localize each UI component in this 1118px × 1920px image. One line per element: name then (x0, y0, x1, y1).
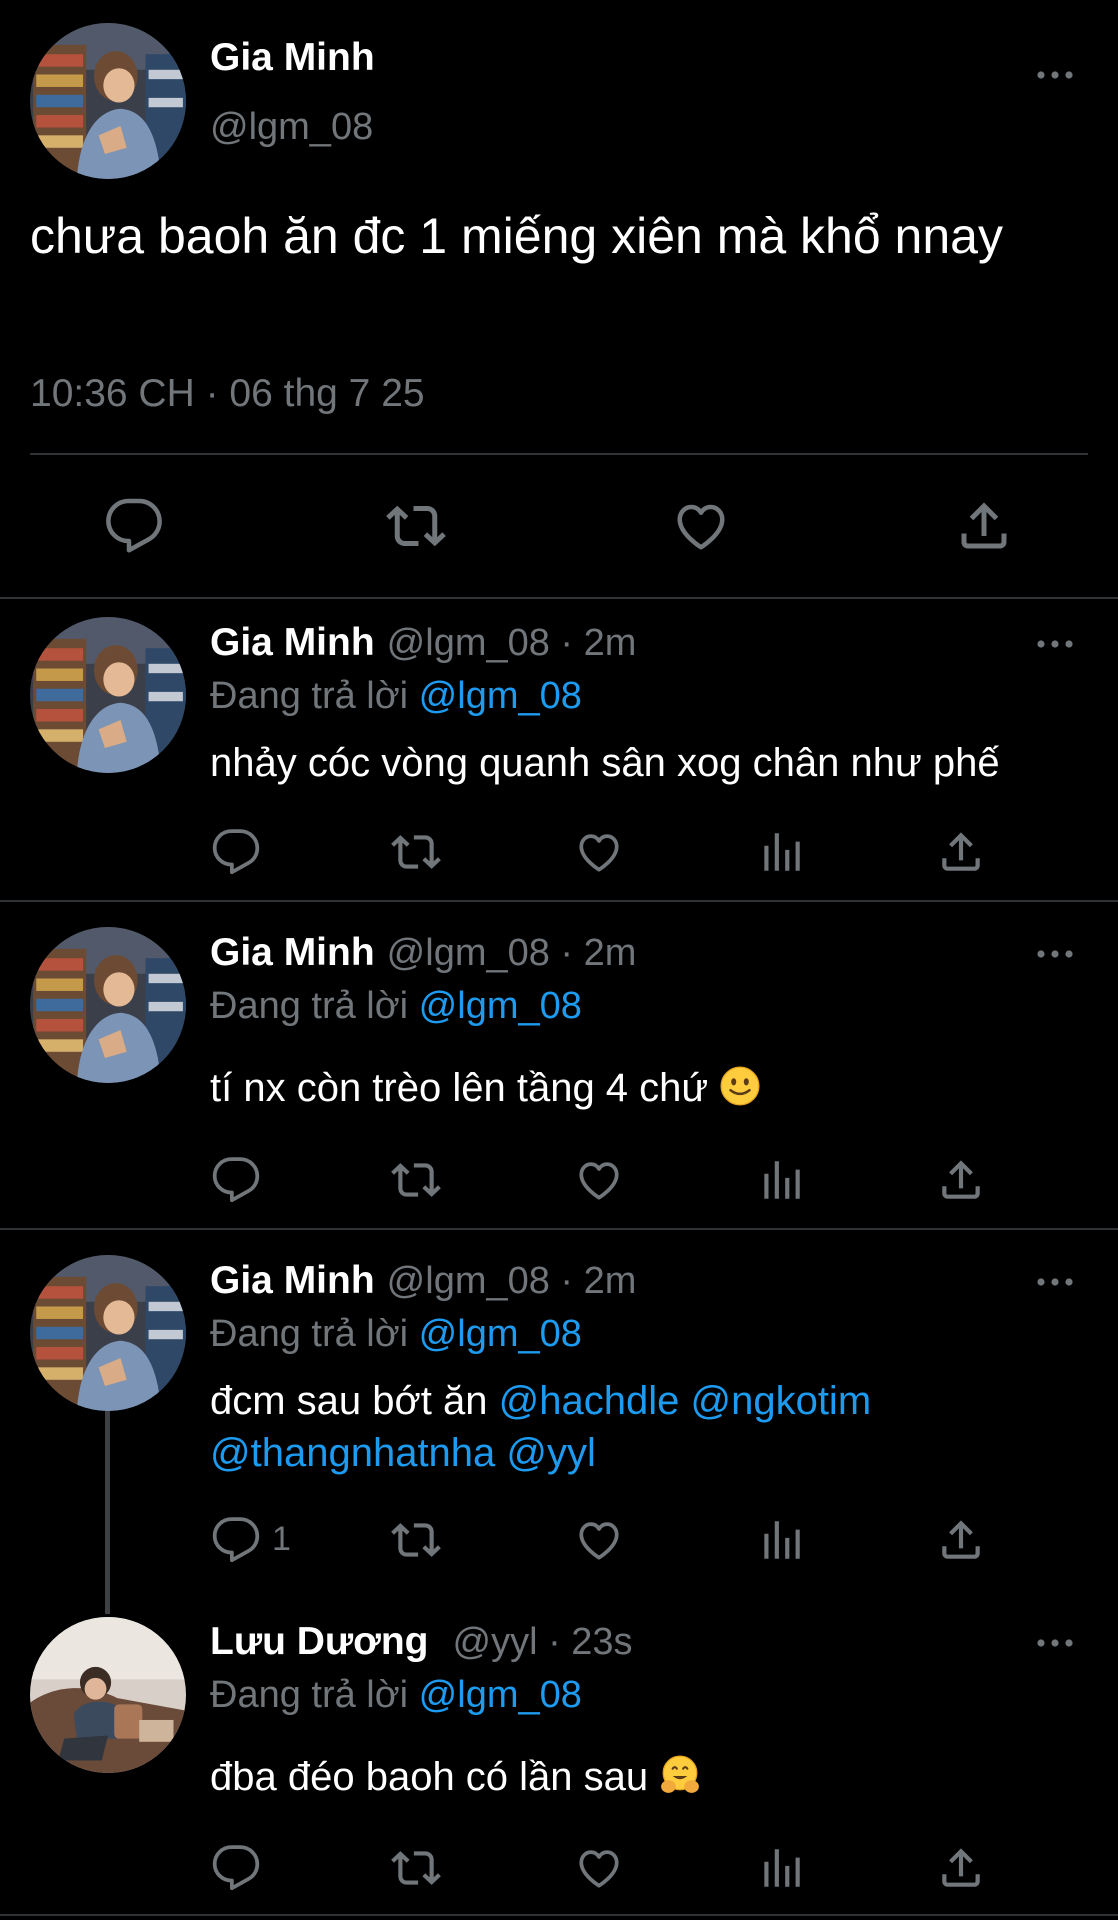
avatar-image (30, 23, 186, 179)
divider (0, 1228, 1118, 1230)
reply-header: Lưu Dương @yyl · 23s (210, 1620, 633, 1664)
reply-text: tí nx còn trèo lên tầng 4 chứ (210, 1066, 709, 1110)
views-icon[interactable] (756, 827, 806, 877)
like-icon[interactable] (574, 827, 624, 877)
views-icon[interactable] (756, 1155, 806, 1205)
like-icon[interactable] (574, 1843, 624, 1893)
reply-icon[interactable] (211, 1155, 261, 1205)
mention-link[interactable]: @yyl (506, 1431, 596, 1475)
hugging-face-icon (659, 1754, 701, 1796)
author-handle-time[interactable]: @lgm_08 · 2m (387, 1260, 637, 1302)
mention-link[interactable]: @hachdle (499, 1379, 680, 1423)
share-icon[interactable] (936, 1155, 986, 1205)
replying-mention[interactable]: @lgm_08 (419, 675, 582, 717)
reply-header: Gia Minh @lgm_08 · 2m (210, 1259, 636, 1303)
author-handle[interactable]: @lgm_08 (210, 106, 373, 149)
avatar-image (30, 617, 186, 773)
author-handle-time[interactable]: @lgm_08 · 2m (387, 622, 637, 664)
more-options-icon[interactable] (1035, 1275, 1075, 1289)
author-name[interactable]: Gia Minh (210, 621, 375, 664)
avatar[interactable] (30, 1255, 186, 1411)
replying-to: Đang trả lời @lgm_08 (210, 1674, 582, 1717)
mention-link[interactable]: @thangnhatnha (210, 1431, 495, 1475)
retweet-icon[interactable] (391, 1155, 441, 1205)
reply-header: Gia Minh @lgm_08 · 2m (210, 621, 636, 665)
replying-to: Đang trả lời @lgm_08 (210, 1313, 582, 1356)
divider (0, 597, 1118, 599)
reply-text: đcm sau bớt ăn (210, 1379, 488, 1423)
mention-link[interactable]: @ngkotim (690, 1379, 871, 1423)
retweet-icon[interactable] (386, 496, 446, 556)
reply-text: nhảy cóc vòng quanh sân xog chân như phế (210, 741, 1000, 785)
author-name[interactable]: Lưu Dương (210, 1620, 429, 1663)
replying-to: Đang trả lời @lgm_08 (210, 675, 582, 718)
reply-header: Gia Minh @lgm_08 · 2m (210, 931, 636, 975)
replying-mention[interactable]: @lgm_08 (419, 1674, 582, 1716)
author-handle-time[interactable]: @yyl · 23s (453, 1621, 633, 1663)
reply-count: 1 (272, 1520, 291, 1558)
avatar[interactable] (30, 617, 186, 773)
avatar[interactable] (30, 1617, 186, 1773)
views-icon[interactable] (756, 1515, 806, 1565)
share-icon[interactable] (936, 1515, 986, 1565)
reply-icon[interactable] (211, 1515, 261, 1565)
author-name[interactable]: Gia Minh (210, 1259, 375, 1302)
author-name[interactable]: Gia Minh (210, 36, 375, 80)
reply-icon[interactable] (211, 827, 261, 877)
divider (0, 1914, 1118, 1916)
replying-mention[interactable]: @lgm_08 (419, 1313, 582, 1355)
more-options-icon[interactable] (1035, 637, 1075, 651)
like-icon[interactable] (574, 1155, 624, 1205)
share-icon[interactable] (954, 496, 1014, 556)
retweet-icon[interactable] (391, 1843, 441, 1893)
slightly-smiling-face-icon (719, 1065, 761, 1107)
avatar-image (30, 1255, 186, 1411)
avatar-image (30, 927, 186, 1083)
like-icon[interactable] (574, 1515, 624, 1565)
more-options-icon[interactable] (1035, 947, 1075, 961)
tweet-timestamp[interactable]: 10:36 CH · 06 thg 7 25 (30, 372, 425, 416)
tweet-text: chưa baoh ăn đc 1 miếng xiên mà khổ nnay (30, 208, 1003, 264)
reply-text-container: đba đéo baoh có lần sau (210, 1751, 1090, 1803)
replying-label: Đang trả lời (210, 1674, 409, 1716)
reply-text-container: đcm sau bớt ăn @hachdle @ngkotim @thangn… (210, 1375, 1090, 1479)
author-name[interactable]: Gia Minh (210, 931, 375, 974)
reply-icon[interactable] (104, 496, 164, 556)
retweet-icon[interactable] (391, 827, 441, 877)
more-options-icon[interactable] (1035, 68, 1075, 82)
retweet-icon[interactable] (391, 1515, 441, 1565)
replying-label: Đang trả lời (210, 675, 409, 717)
reply-icon[interactable] (211, 1843, 261, 1893)
views-icon[interactable] (756, 1843, 806, 1893)
avatar[interactable] (30, 927, 186, 1083)
divider (30, 453, 1088, 455)
author-handle-time[interactable]: @lgm_08 · 2m (387, 932, 637, 974)
divider (0, 900, 1118, 902)
reply-text: đba đéo baoh có lần sau (210, 1755, 649, 1799)
avatar-image (30, 1617, 186, 1773)
reply-text-container: tí nx còn trèo lên tầng 4 chứ (210, 1062, 1090, 1114)
replying-to: Đang trả lời @lgm_08 (210, 985, 582, 1028)
more-options-icon[interactable] (1035, 1636, 1075, 1650)
avatar[interactable] (30, 23, 186, 179)
replying-label: Đang trả lời (210, 985, 409, 1027)
share-icon[interactable] (936, 1843, 986, 1893)
replying-mention[interactable]: @lgm_08 (419, 985, 582, 1027)
share-icon[interactable] (936, 827, 986, 877)
replying-label: Đang trả lời (210, 1313, 409, 1355)
like-icon[interactable] (671, 496, 731, 556)
thread-connector (105, 1408, 110, 1614)
